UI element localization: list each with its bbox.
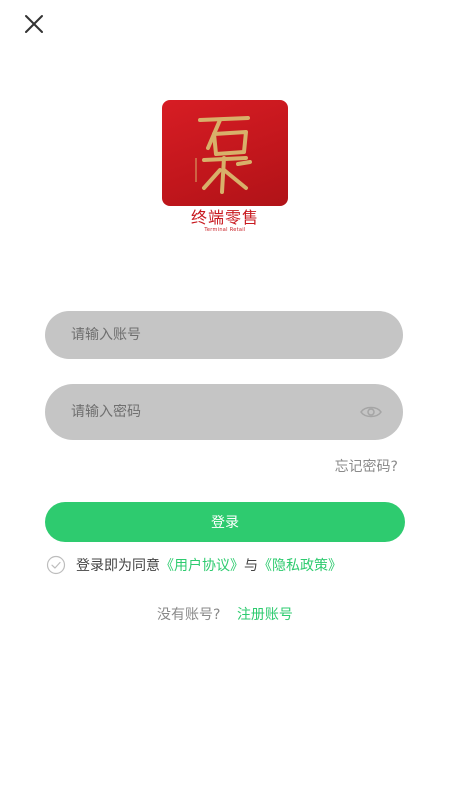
password-field[interactable] — [45, 384, 403, 440]
eye-icon[interactable] — [359, 403, 383, 421]
logo-glyph-icon — [195, 116, 252, 194]
register-row: 没有账号? 注册账号 — [0, 604, 450, 624]
user-agreement-link[interactable]: 《用户协议》 — [160, 555, 244, 575]
logo-brand-text: 终端零售 — [190, 208, 259, 227]
register-question: 没有账号? — [157, 607, 221, 623]
agreement-row: 登录即为同意 《用户协议》 与 《隐私政策》 — [46, 555, 342, 575]
app-logo: 终端零售 Terminal Retail — [162, 100, 288, 233]
close-icon[interactable] — [20, 10, 48, 38]
privacy-policy-link[interactable]: 《隐私政策》 — [258, 555, 342, 575]
account-field[interactable] — [45, 311, 403, 359]
check-circle-icon[interactable] — [46, 555, 66, 575]
login-button[interactable]: 登录 — [45, 502, 405, 542]
agreement-prefix: 登录即为同意 — [76, 558, 160, 574]
account-input[interactable] — [71, 327, 377, 343]
forgot-password-link[interactable]: 忘记密码? — [335, 456, 398, 476]
logo-tile — [162, 100, 288, 206]
agreement-and: 与 — [244, 558, 258, 574]
logo-sub-text: Terminal Retail — [204, 227, 246, 233]
password-input[interactable] — [71, 404, 377, 420]
register-link[interactable]: 注册账号 — [237, 607, 293, 623]
